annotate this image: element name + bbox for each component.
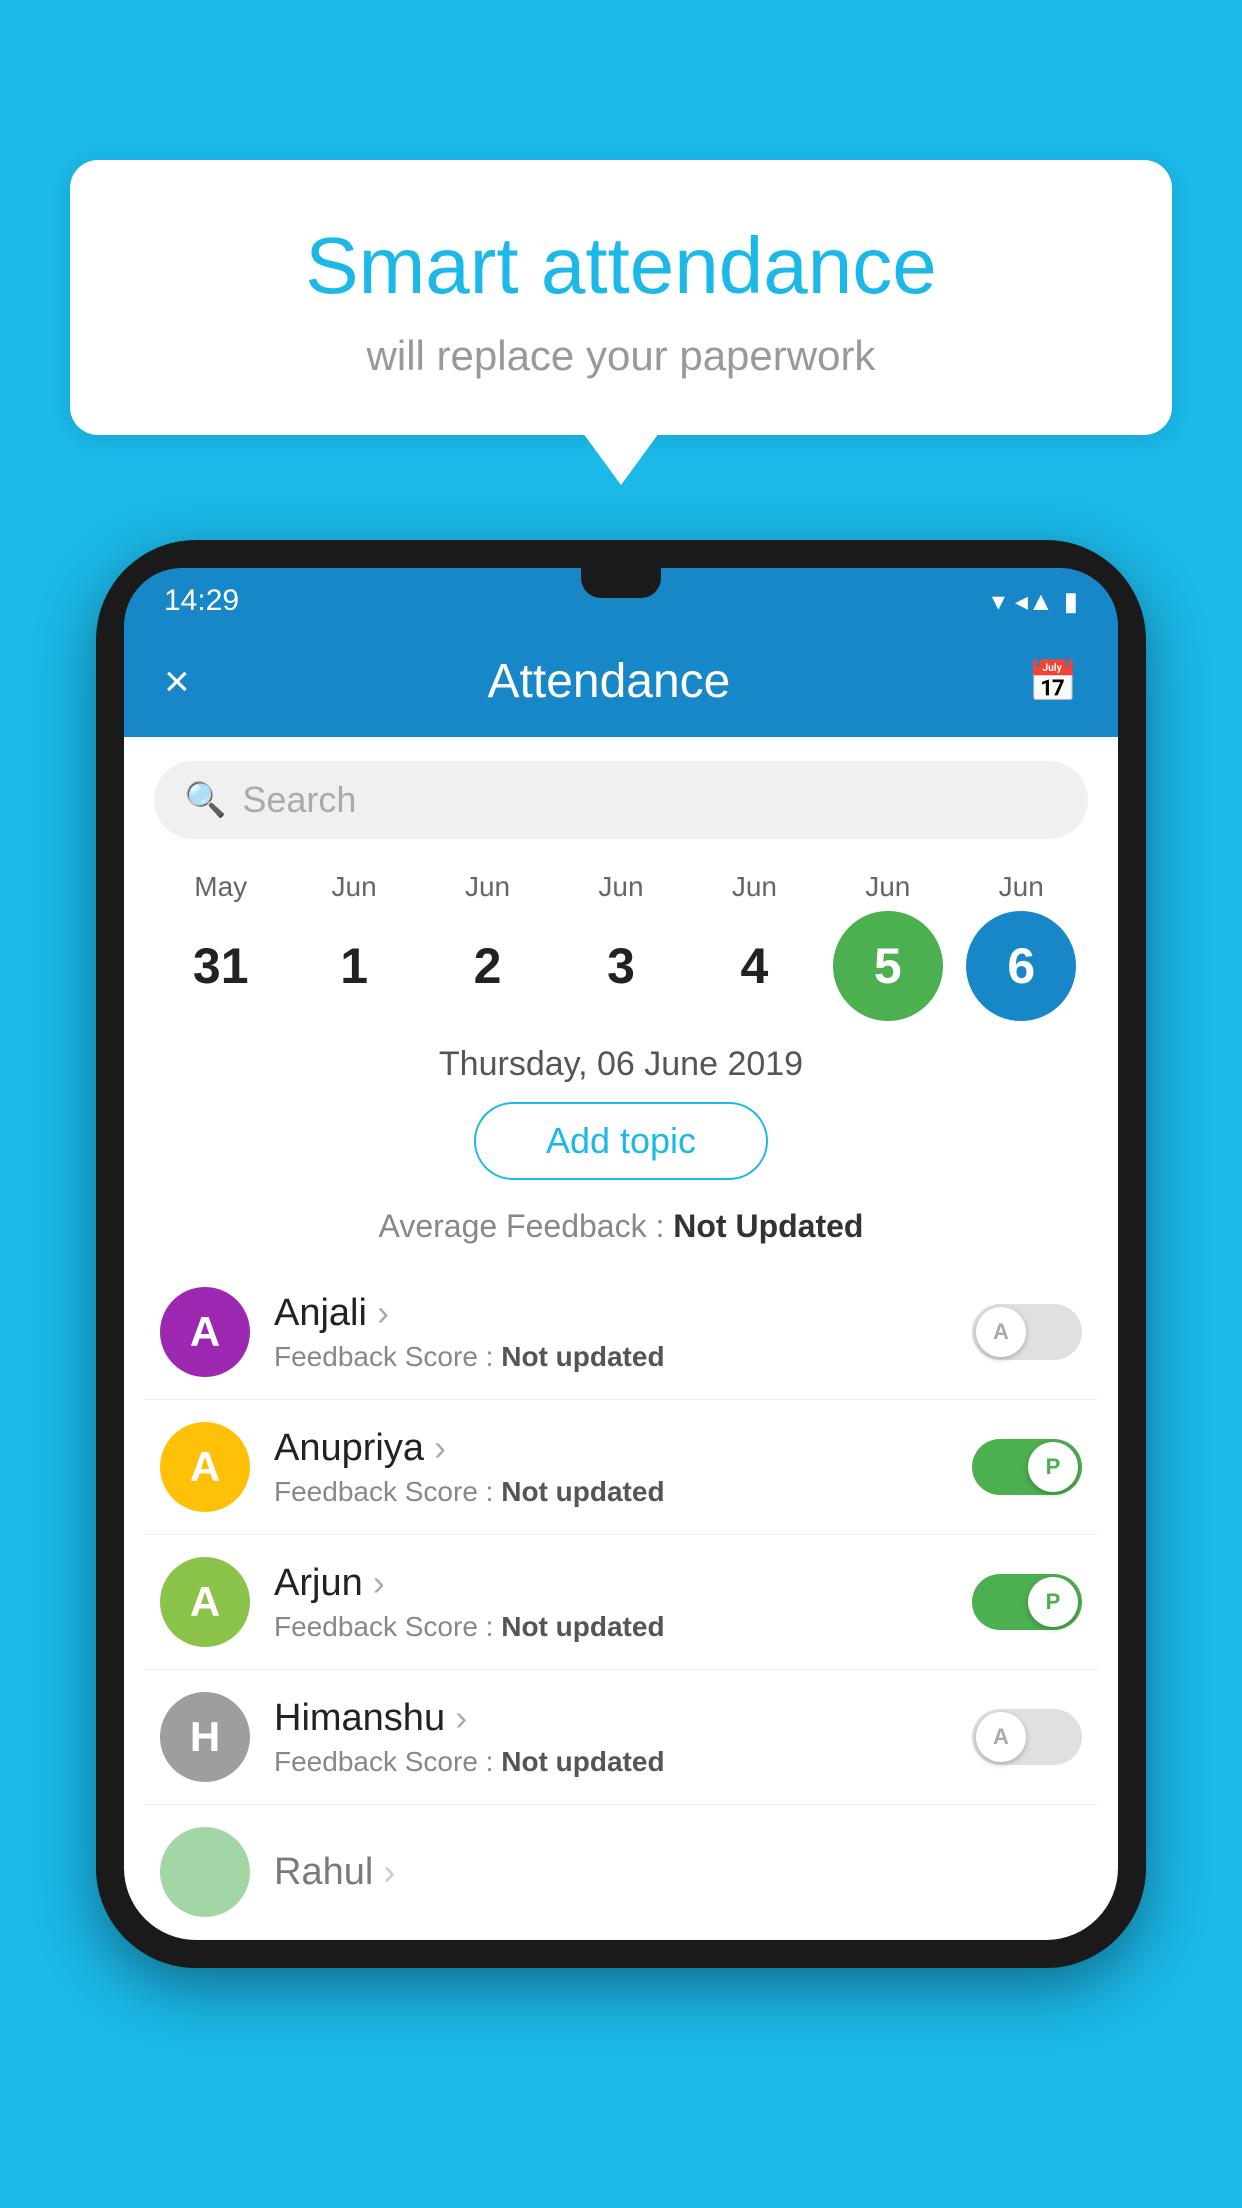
cal-month-6: Jun <box>961 871 1081 903</box>
avatar-anupriya: A <box>160 1422 250 1512</box>
cal-date-2[interactable]: 2 <box>433 911 543 1021</box>
search-icon: 🔍 <box>184 780 226 820</box>
phone-shell: 14:29 ▾ ◂▲ ▮ × Attendance 📅 🔍 Search <box>96 540 1146 1968</box>
student-name-arjun: Arjun <box>274 1562 948 1605</box>
cal-month-5: Jun <box>828 871 948 903</box>
student-info-arjun: Arjun Feedback Score : Not updated <box>274 1562 948 1643</box>
toggle-knob-himanshu: A <box>976 1712 1026 1762</box>
status-bar: 14:29 ▾ ◂▲ ▮ <box>124 568 1118 626</box>
calendar-dates: 31 1 2 3 4 5 6 <box>154 911 1088 1021</box>
student-item-anupriya[interactable]: A Anupriya Feedback Score : Not updated … <box>144 1400 1098 1535</box>
cal-date-1[interactable]: 1 <box>299 911 409 1021</box>
status-time: 14:29 <box>164 584 239 618</box>
avg-feedback-label: Average Feedback : <box>379 1208 665 1244</box>
avatar-anjali: A <box>160 1287 250 1377</box>
student-item-arjun[interactable]: A Arjun Feedback Score : Not updated P <box>144 1535 1098 1670</box>
toggle-knob-anupriya: P <box>1028 1442 1078 1492</box>
toggle-anupriya: P <box>972 1439 1082 1495</box>
student-feedback-anjali: Feedback Score : Not updated <box>274 1341 948 1373</box>
add-topic-button[interactable]: Add topic <box>474 1102 768 1180</box>
cal-month-1: Jun <box>294 871 414 903</box>
signal-icon: ◂▲ <box>1015 586 1054 617</box>
calendar-row: May Jun Jun Jun Jun Jun Jun 31 1 2 3 4 5… <box>124 855 1118 1029</box>
calendar-months: May Jun Jun Jun Jun Jun Jun <box>154 871 1088 903</box>
student-list: A Anjali Feedback Score : Not updated A <box>124 1265 1118 1940</box>
student-info-anjali: Anjali Feedback Score : Not updated <box>274 1292 948 1373</box>
app-title: Attendance <box>488 654 731 709</box>
cal-month-3: Jun <box>561 871 681 903</box>
toggle-knob-anjali: A <box>976 1307 1026 1357</box>
avg-feedback: Average Feedback : Not Updated <box>124 1200 1118 1265</box>
calendar-icon[interactable]: 📅 <box>1028 658 1078 705</box>
phone-mockup: 14:29 ▾ ◂▲ ▮ × Attendance 📅 🔍 Search <box>96 540 1146 1968</box>
selected-date-display: Thursday, 06 June 2019 <box>124 1029 1118 1102</box>
student-info-anupriya: Anupriya Feedback Score : Not updated <box>274 1427 948 1508</box>
avg-feedback-value: Not Updated <box>673 1208 863 1244</box>
student-info-partial: Rahul <box>274 1851 1082 1894</box>
student-item-himanshu[interactable]: H Himanshu Feedback Score : Not updated … <box>144 1670 1098 1805</box>
avatar-arjun: A <box>160 1557 250 1647</box>
student-name-partial: Rahul <box>274 1851 1082 1894</box>
student-name-anupriya: Anupriya <box>274 1427 948 1470</box>
cal-date-4[interactable]: 4 <box>699 911 809 1021</box>
student-item-partial: Rahul <box>144 1805 1098 1940</box>
cal-date-3[interactable]: 3 <box>566 911 676 1021</box>
wifi-icon: ▾ <box>992 586 1005 617</box>
avatar-partial <box>160 1827 250 1917</box>
cal-month-4: Jun <box>694 871 814 903</box>
toggle-arjun: P <box>972 1574 1082 1630</box>
phone-screen: × Attendance 📅 🔍 Search May Jun Jun Jun … <box>124 626 1118 1940</box>
battery-icon: ▮ <box>1064 586 1078 617</box>
student-name-anjali: Anjali <box>274 1292 948 1335</box>
student-feedback-anupriya: Feedback Score : Not updated <box>274 1476 948 1508</box>
status-icons: ▾ ◂▲ ▮ <box>992 586 1078 617</box>
toggle-knob-arjun: P <box>1028 1577 1078 1627</box>
speech-bubble: Smart attendance will replace your paper… <box>70 160 1172 435</box>
cal-date-6[interactable]: 6 <box>966 911 1076 1021</box>
student-item-anjali[interactable]: A Anjali Feedback Score : Not updated A <box>144 1265 1098 1400</box>
attendance-toggle-anupriya[interactable]: P <box>972 1439 1082 1495</box>
cal-month-0: May <box>161 871 281 903</box>
notch <box>581 568 661 598</box>
student-info-himanshu: Himanshu Feedback Score : Not updated <box>274 1697 948 1778</box>
bubble-subtitle: will replace your paperwork <box>130 332 1112 380</box>
bubble-title: Smart attendance <box>130 220 1112 312</box>
attendance-toggle-arjun[interactable]: P <box>972 1574 1082 1630</box>
search-input[interactable]: Search <box>242 779 356 821</box>
student-feedback-himanshu: Feedback Score : Not updated <box>274 1746 948 1778</box>
attendance-toggle-himanshu[interactable]: A <box>972 1709 1082 1765</box>
cal-month-2: Jun <box>428 871 548 903</box>
app-header: × Attendance 📅 <box>124 626 1118 737</box>
toggle-himanshu: A <box>972 1709 1082 1765</box>
cal-date-5[interactable]: 5 <box>833 911 943 1021</box>
avatar-himanshu: H <box>160 1692 250 1782</box>
student-feedback-arjun: Feedback Score : Not updated <box>274 1611 948 1643</box>
cal-date-31[interactable]: 31 <box>166 911 276 1021</box>
search-bar[interactable]: 🔍 Search <box>154 761 1088 839</box>
student-name-himanshu: Himanshu <box>274 1697 948 1740</box>
toggle-anjali: A <box>972 1304 1082 1360</box>
close-button[interactable]: × <box>164 657 190 707</box>
attendance-toggle-anjali[interactable]: A <box>972 1304 1082 1360</box>
